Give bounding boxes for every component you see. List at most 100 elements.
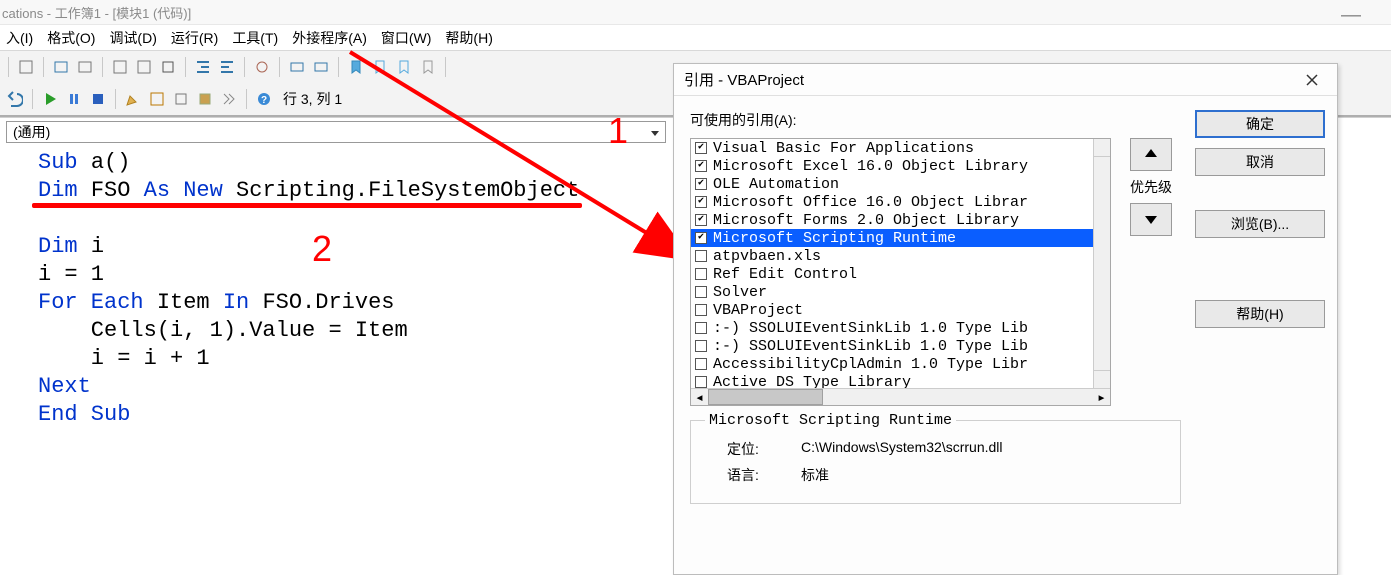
title-bar: cations - 工作簿1 - [模块1 (代码)] —	[0, 0, 1391, 24]
pause-icon[interactable]	[63, 88, 85, 110]
tool-icon[interactable]	[194, 88, 216, 110]
reference-label: Visual Basic For Applications	[713, 140, 974, 157]
reference-checkbox[interactable]	[695, 142, 707, 154]
reference-checkbox[interactable]	[695, 160, 707, 172]
tool-icon[interactable]	[310, 56, 332, 78]
minimize-icon[interactable]: —	[1341, 4, 1361, 27]
available-refs-label: 可使用的引用(A):	[690, 110, 1181, 130]
reference-checkbox[interactable]	[695, 376, 707, 388]
cancel-button[interactable]: 取消	[1195, 148, 1325, 176]
object-combo[interactable]: (通用)	[6, 121, 666, 143]
reference-item[interactable]: Solver	[691, 283, 1093, 301]
reference-checkbox[interactable]	[695, 304, 707, 316]
tool-icon[interactable]	[74, 56, 96, 78]
reference-item[interactable]: OLE Automation	[691, 175, 1093, 193]
menu-debug[interactable]: 调试(D)	[109, 28, 156, 48]
tool-icon[interactable]	[133, 56, 155, 78]
svg-text:?: ?	[261, 95, 267, 106]
menu-bar: 入(I) 格式(O) 调试(D) 运行(R) 工具(T) 外接程序(A) 窗口(…	[0, 24, 1391, 50]
menu-tools[interactable]: 工具(T)	[232, 28, 278, 48]
location-label: 定位:	[727, 439, 777, 459]
menu-format[interactable]: 格式(O)	[47, 28, 95, 48]
tool-icon[interactable]	[170, 88, 192, 110]
priority-up-button[interactable]	[1130, 138, 1172, 171]
tool-icon[interactable]	[109, 56, 131, 78]
menu-addins[interactable]: 外接程序(A)	[292, 28, 367, 48]
bookmark-next-icon[interactable]	[369, 56, 391, 78]
tool-icon[interactable]	[251, 56, 273, 78]
reference-checkbox[interactable]	[695, 268, 707, 280]
priority-down-button[interactable]	[1130, 203, 1172, 236]
design-icon[interactable]	[122, 88, 144, 110]
close-icon[interactable]	[1297, 65, 1327, 95]
run-icon[interactable]	[39, 88, 61, 110]
reference-label: Microsoft Scripting Runtime	[713, 230, 956, 247]
reference-label: OLE Automation	[713, 176, 839, 193]
reference-item[interactable]: AccessibilityCplAdmin 1.0 Type Libr	[691, 355, 1093, 373]
reference-checkbox[interactable]	[695, 250, 707, 262]
reference-item[interactable]: Microsoft Office 16.0 Object Librar	[691, 193, 1093, 211]
reference-checkbox[interactable]	[695, 214, 707, 226]
reference-label: Active DS Type Library	[713, 374, 911, 389]
vertical-scrollbar[interactable]	[1093, 139, 1110, 388]
reference-checkbox[interactable]	[695, 196, 707, 208]
menu-window[interactable]: 窗口(W)	[381, 28, 432, 48]
location-value: C:\Windows\System32\scrrun.dll	[801, 439, 1003, 459]
tool-icon[interactable]	[146, 88, 168, 110]
tool-icon[interactable]	[286, 56, 308, 78]
reference-label: Microsoft Excel 16.0 Object Library	[713, 158, 1028, 175]
tool-icon[interactable]	[15, 56, 37, 78]
dialog-title: 引用 - VBAProject	[684, 69, 804, 90]
reference-item[interactable]: VBAProject	[691, 301, 1093, 319]
indent-icon[interactable]	[192, 56, 214, 78]
reference-item[interactable]: :-) SSOLUIEventSinkLib 1.0 Type Lib	[691, 337, 1093, 355]
menu-insert[interactable]: 入(I)	[6, 28, 33, 48]
dialog-titlebar: 引用 - VBAProject	[674, 64, 1337, 96]
priority-controls: 优先级	[1121, 138, 1181, 406]
reference-label: atpvbaen.xls	[713, 248, 821, 265]
tool-icon[interactable]	[157, 56, 179, 78]
toolbox-icon[interactable]	[218, 88, 240, 110]
reference-label: Microsoft Forms 2.0 Object Library	[713, 212, 1019, 229]
combo-value: (通用)	[13, 122, 50, 142]
reference-item[interactable]: Visual Basic For Applications	[691, 139, 1093, 157]
reference-checkbox[interactable]	[695, 358, 707, 370]
reference-label: VBAProject	[713, 302, 803, 319]
reference-item[interactable]: Ref Edit Control	[691, 265, 1093, 283]
stop-icon[interactable]	[87, 88, 109, 110]
reference-details: Microsoft Scripting Runtime 定位: C:\Windo…	[690, 420, 1181, 504]
help-icon[interactable]: ?	[253, 88, 275, 110]
reference-item[interactable]: :-) SSOLUIEventSinkLib 1.0 Type Lib	[691, 319, 1093, 337]
reference-checkbox[interactable]	[695, 232, 707, 244]
reference-item[interactable]: Microsoft Forms 2.0 Object Library	[691, 211, 1093, 229]
window-title: cations - 工作簿1 - [模块1 (代码)]	[2, 6, 191, 21]
bookmark-icon[interactable]	[345, 56, 367, 78]
menu-help[interactable]: 帮助(H)	[445, 28, 492, 48]
menu-run[interactable]: 运行(R)	[171, 28, 218, 48]
reference-item[interactable]: Active DS Type Library	[691, 373, 1093, 388]
reference-label: :-) SSOLUIEventSinkLib 1.0 Type Lib	[713, 338, 1028, 355]
horizontal-scrollbar[interactable]: ◂▸	[691, 388, 1110, 405]
reference-checkbox[interactable]	[695, 286, 707, 298]
references-dialog: 引用 - VBAProject 可使用的引用(A): Visual Basic …	[673, 63, 1338, 575]
language-value: 标准	[801, 465, 829, 485]
reference-checkbox[interactable]	[695, 322, 707, 334]
reference-checkbox[interactable]	[695, 178, 707, 190]
detail-title: Microsoft Scripting Runtime	[705, 412, 956, 429]
reference-item[interactable]: atpvbaen.xls	[691, 247, 1093, 265]
outdent-icon[interactable]	[216, 56, 238, 78]
ok-button[interactable]: 确定	[1195, 110, 1325, 138]
tool-icon[interactable]	[50, 56, 72, 78]
reference-item[interactable]: Microsoft Excel 16.0 Object Library	[691, 157, 1093, 175]
bookmark-prev-icon[interactable]	[393, 56, 415, 78]
browse-button[interactable]: 浏览(B)...	[1195, 210, 1325, 238]
help-button[interactable]: 帮助(H)	[1195, 300, 1325, 328]
references-listbox[interactable]: Visual Basic For ApplicationsMicrosoft E…	[690, 138, 1111, 406]
undo-icon[interactable]	[4, 88, 26, 110]
reference-label: Solver	[713, 284, 767, 301]
reference-label: AccessibilityCplAdmin 1.0 Type Libr	[713, 356, 1028, 373]
bookmark-clear-icon[interactable]	[417, 56, 439, 78]
reference-item[interactable]: Microsoft Scripting Runtime	[691, 229, 1093, 247]
reference-checkbox[interactable]	[695, 340, 707, 352]
reference-label: :-) SSOLUIEventSinkLib 1.0 Type Lib	[713, 320, 1028, 337]
